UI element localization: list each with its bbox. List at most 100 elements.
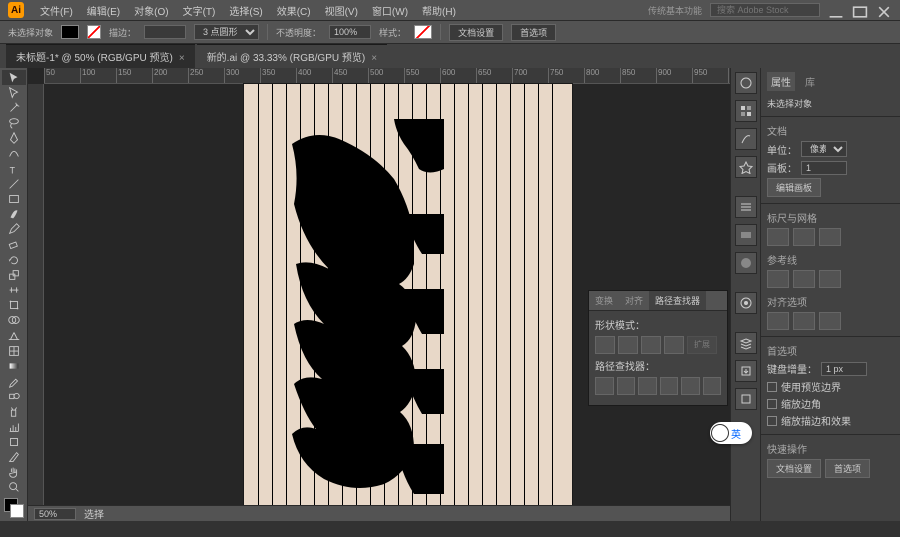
perspective-grid-tool[interactable] [2, 328, 26, 343]
snap-grid[interactable] [819, 312, 841, 330]
document-tab-2[interactable]: 新的.ai @ 33.33% (RGB/GPU 预览)× [197, 44, 387, 68]
doc-setup-button[interactable]: 文档设置 [449, 24, 503, 41]
transparency-panel-icon[interactable] [735, 252, 757, 274]
paintbrush-tool[interactable] [2, 207, 26, 222]
menu-view[interactable]: 视图(V) [319, 3, 364, 18]
menu-object[interactable]: 对象(O) [128, 3, 174, 18]
smart-guides-toggle[interactable] [793, 270, 815, 288]
line-tool[interactable] [2, 176, 26, 191]
menu-select[interactable]: 选择(S) [223, 3, 268, 18]
scale-corners-checkbox[interactable] [767, 399, 777, 409]
grid-toggle[interactable] [793, 228, 815, 246]
units-select[interactable]: 像素 [801, 141, 847, 157]
libraries-tab[interactable]: 库 [801, 72, 819, 91]
artboard[interactable] [244, 84, 572, 514]
prefs-button[interactable]: 首选项 [511, 24, 556, 41]
eraser-tool[interactable] [2, 237, 26, 252]
slice-tool[interactable] [2, 449, 26, 464]
selection-tool[interactable] [2, 70, 26, 85]
layers-panel-icon[interactable] [735, 332, 757, 354]
brush-select[interactable]: 3 点圆形 [194, 24, 259, 40]
close-tab-icon[interactable]: × [371, 53, 377, 64]
magic-wand-tool[interactable] [2, 100, 26, 115]
preview-bounds-checkbox[interactable] [767, 382, 777, 392]
scale-tool[interactable] [2, 267, 26, 282]
brushes-panel-icon[interactable] [735, 128, 757, 150]
pen-tool[interactable] [2, 131, 26, 146]
pathfinder-tab[interactable]: 路径查找器 [649, 291, 706, 310]
merge-button[interactable] [638, 377, 657, 395]
crop-button[interactable] [660, 377, 679, 395]
menu-edit[interactable]: 编辑(E) [81, 3, 126, 18]
rotate-tool[interactable] [2, 252, 26, 267]
guides-toggle[interactable] [767, 270, 789, 288]
width-tool[interactable] [2, 282, 26, 297]
edit-artboards-button[interactable]: 编辑画板 [767, 178, 821, 197]
free-transform-tool[interactable] [2, 298, 26, 313]
zoom-input[interactable] [34, 508, 76, 520]
trim-button[interactable] [617, 377, 636, 395]
snap-pixel[interactable] [767, 312, 789, 330]
menu-file[interactable]: 文件(F) [34, 3, 79, 18]
properties-tab[interactable]: 属性 [767, 72, 795, 91]
search-input[interactable] [710, 3, 820, 17]
asset-export-panel-icon[interactable] [735, 360, 757, 382]
unite-button[interactable] [595, 336, 615, 354]
symbols-panel-icon[interactable] [735, 156, 757, 178]
pencil-tool[interactable] [2, 222, 26, 237]
fill-swatch[interactable] [61, 25, 79, 39]
menu-help[interactable]: 帮助(H) [416, 3, 462, 18]
pathfinder-panel[interactable]: 变换 对齐 路径查找器 形状模式： 扩展 路径查找器： [588, 290, 728, 406]
lasso-tool[interactable] [2, 116, 26, 131]
minus-back-button[interactable] [703, 377, 722, 395]
close-button[interactable] [876, 4, 892, 16]
eyedropper-tool[interactable] [2, 373, 26, 388]
close-tab-icon[interactable]: × [179, 53, 185, 64]
style-swatch[interactable] [414, 25, 432, 39]
appearance-panel-icon[interactable] [735, 292, 757, 314]
swatches-panel-icon[interactable] [735, 100, 757, 122]
quick-prefs[interactable]: 首选项 [825, 459, 870, 478]
maximize-button[interactable] [852, 4, 868, 16]
intersect-button[interactable] [641, 336, 661, 354]
minus-front-button[interactable] [618, 336, 638, 354]
divide-button[interactable] [595, 377, 614, 395]
key-increment-input[interactable] [821, 362, 867, 376]
artboard-tool[interactable] [2, 434, 26, 449]
stroke-color[interactable] [10, 504, 24, 518]
ime-indicator[interactable]: 英 [710, 422, 752, 444]
minimize-button[interactable] [828, 4, 844, 16]
document-tab-1[interactable]: 未标题-1* @ 50% (RGB/GPU 预览)× [6, 44, 195, 68]
lock-guides-toggle[interactable] [819, 270, 841, 288]
artboard-input[interactable] [801, 161, 847, 175]
menu-type[interactable]: 文字(T) [177, 3, 222, 18]
artboards-panel-icon[interactable] [735, 388, 757, 410]
workspace-switcher[interactable]: 传统基本功能 [642, 4, 708, 17]
opacity-input[interactable] [329, 25, 371, 39]
snap-point[interactable] [793, 312, 815, 330]
gradient-panel-icon[interactable] [735, 224, 757, 246]
outline-button[interactable] [681, 377, 700, 395]
menu-window[interactable]: 窗口(W) [366, 3, 414, 18]
shape-builder-tool[interactable] [2, 313, 26, 328]
gradient-tool[interactable] [2, 358, 26, 373]
quick-doc-setup[interactable]: 文档设置 [767, 459, 821, 478]
symbol-sprayer-tool[interactable] [2, 404, 26, 419]
menu-effect[interactable]: 效果(C) [271, 3, 317, 18]
transform-tab[interactable]: 变换 [589, 291, 619, 310]
direct-selection-tool[interactable] [2, 85, 26, 100]
color-panel-icon[interactable] [735, 72, 757, 94]
stroke-panel-icon[interactable] [735, 196, 757, 218]
blend-tool[interactable] [2, 389, 26, 404]
ruler-toggle[interactable] [767, 228, 789, 246]
stroke-weight-input[interactable] [144, 25, 186, 39]
transparency-grid-toggle[interactable] [819, 228, 841, 246]
expand-button[interactable]: 扩展 [687, 336, 717, 354]
stroke-swatch[interactable] [87, 25, 101, 39]
rectangle-tool[interactable] [2, 191, 26, 206]
mesh-tool[interactable] [2, 343, 26, 358]
curvature-tool[interactable] [2, 146, 26, 161]
hand-tool[interactable] [2, 464, 26, 479]
align-tab[interactable]: 对齐 [619, 291, 649, 310]
scale-strokes-checkbox[interactable] [767, 416, 777, 426]
